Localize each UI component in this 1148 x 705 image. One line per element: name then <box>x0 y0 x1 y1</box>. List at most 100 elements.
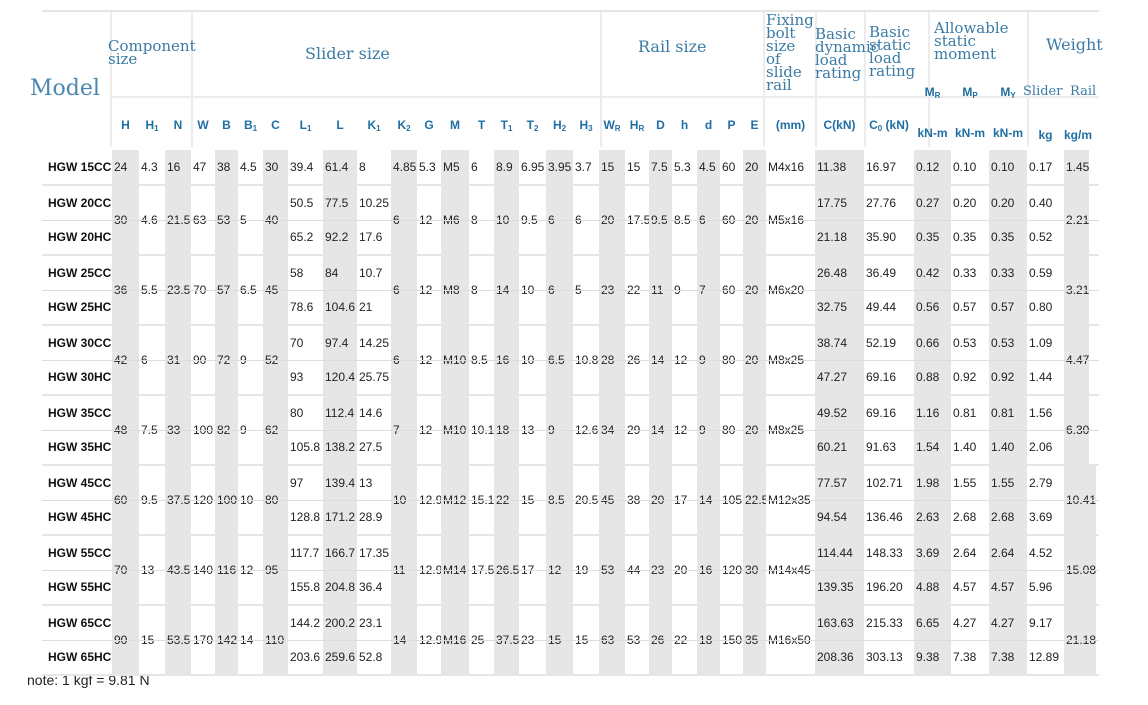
table-cell: 1.16 <box>914 396 951 430</box>
table-cell: 0.57 <box>951 290 989 324</box>
table-cell: 2.06 <box>1027 430 1064 464</box>
row-separator <box>42 464 1099 466</box>
row-separator <box>42 570 1099 571</box>
table-cell: 148.33 <box>864 536 914 570</box>
header-group-moment: Allowable static moment <box>934 19 1009 63</box>
table-cell: 120.4 <box>323 360 357 394</box>
model-cell: HGW 55CC <box>42 536 112 570</box>
table-cell: 105.8 <box>288 430 323 464</box>
row-separator <box>42 184 1099 186</box>
column-header-main: E <box>750 118 759 132</box>
table-cell: 0.53 <box>989 326 1027 360</box>
column-header-21: D <box>649 118 672 132</box>
column-header-sub: 1 <box>507 124 513 133</box>
table-cell: 1.56 <box>1027 396 1064 430</box>
column-header-sub: 1 <box>154 124 159 133</box>
column-header-main: B <box>243 118 253 132</box>
table-cell: 0.66 <box>914 326 951 360</box>
table-cell: 203.6 <box>288 640 323 674</box>
row-separator <box>42 604 1099 606</box>
column-header-25: E <box>743 118 766 132</box>
table-cell: 4.5 <box>697 150 720 184</box>
header-group-weight: Weight <box>1046 35 1103 54</box>
column-header-main: T <box>500 118 508 132</box>
column-header-sub: 2 <box>406 124 411 133</box>
header-group-slider: Slider size <box>305 44 390 63</box>
column-header-main: K <box>397 118 407 132</box>
table-cell: 0.56 <box>914 290 951 324</box>
column-header-main: B <box>222 118 231 132</box>
table-cell: 3.69 <box>914 536 951 570</box>
moment-header-p: MP <box>951 85 989 100</box>
table-cell: 4.85 <box>391 150 417 184</box>
table-cell: 2.63 <box>914 500 951 534</box>
table-cell: 11.38 <box>815 150 864 184</box>
weight-unit-slider: kg <box>1038 128 1053 142</box>
table-cell: 38 <box>215 150 238 184</box>
table-cell: 1.44 <box>1027 360 1064 394</box>
table-cell: 114.44 <box>815 536 864 570</box>
table-cell: 0.33 <box>951 256 989 290</box>
model-cell: HGW 30HC <box>42 360 112 394</box>
table-cell: 6 <box>469 150 494 184</box>
row-separator <box>42 430 1099 431</box>
column-header-main: H <box>121 118 130 132</box>
table-cell: 208.36 <box>815 640 864 674</box>
table-cell: 21.18 <box>815 220 864 254</box>
table-cell: 0.88 <box>914 360 951 394</box>
column-header-main: G <box>424 118 434 132</box>
model-cell: HGW 65CC <box>42 606 112 640</box>
table-cell: 92.2 <box>323 220 357 254</box>
table-cell: 0.35 <box>914 220 951 254</box>
table-cell: 5.96 <box>1027 570 1064 604</box>
table-cell: 65.2 <box>288 220 323 254</box>
table-cell: 49.44 <box>864 290 914 324</box>
table-cell: 163.63 <box>815 606 864 640</box>
weight-header-slider: Slider <box>1023 84 1063 99</box>
column-header-23: d <box>697 118 720 132</box>
table-cell: 80 <box>288 396 323 430</box>
column-header-main: C <box>869 118 878 132</box>
column-header-main: P <box>727 118 736 132</box>
model-cell: HGW 35HC <box>42 430 112 464</box>
table-cell: 15 <box>625 150 649 184</box>
table-cell: 2.79 <box>1027 466 1064 500</box>
weight-unit-rail: kg/m <box>1064 128 1093 142</box>
table-cell: 0.92 <box>951 360 989 394</box>
table-cell: 0.27 <box>914 186 951 220</box>
table-cell: 38.74 <box>815 326 864 360</box>
table-cell: 0.35 <box>989 220 1027 254</box>
table-cell: 166.7 <box>323 536 357 570</box>
header-group-stat: Basic static load rating <box>869 23 916 80</box>
column-header-main: W <box>603 118 615 132</box>
table-cell: 14.6 <box>357 396 391 430</box>
column-header-main: W <box>197 118 209 132</box>
table-cell: 0.20 <box>989 186 1027 220</box>
table-cell: 61.4 <box>323 150 357 184</box>
column-header-2: H1 <box>139 118 165 133</box>
model-cell: HGW 25CC <box>42 256 112 290</box>
table-cell: 91.63 <box>864 430 914 464</box>
row-separator <box>42 360 1099 361</box>
table-cell: 77.57 <box>815 466 864 500</box>
table-cell: 6.65 <box>914 606 951 640</box>
model-cell: HGW 30CC <box>42 326 112 360</box>
header-top-rule <box>42 10 1099 12</box>
table-cell: 1.98 <box>914 466 951 500</box>
table-cell: 303.13 <box>864 640 914 674</box>
table-cell: 1.09 <box>1027 326 1064 360</box>
column-header-main: H <box>579 118 589 132</box>
column-header-19: WR <box>599 118 625 133</box>
table-cell: 215.33 <box>864 606 914 640</box>
model-cell: HGW 20CC <box>42 186 112 220</box>
moment-subscript: R <box>934 91 941 100</box>
table-cell: 128.8 <box>288 500 323 534</box>
table-cell: 28.9 <box>357 500 391 534</box>
table-cell: 1.55 <box>989 466 1027 500</box>
table-cell: 70 <box>288 326 323 360</box>
column-header-main: D <box>656 118 665 132</box>
table-cell: 9.38 <box>914 640 951 674</box>
column-header-20: HR <box>625 118 649 133</box>
column-header-main: H <box>552 118 562 132</box>
row-separator <box>42 394 1099 396</box>
